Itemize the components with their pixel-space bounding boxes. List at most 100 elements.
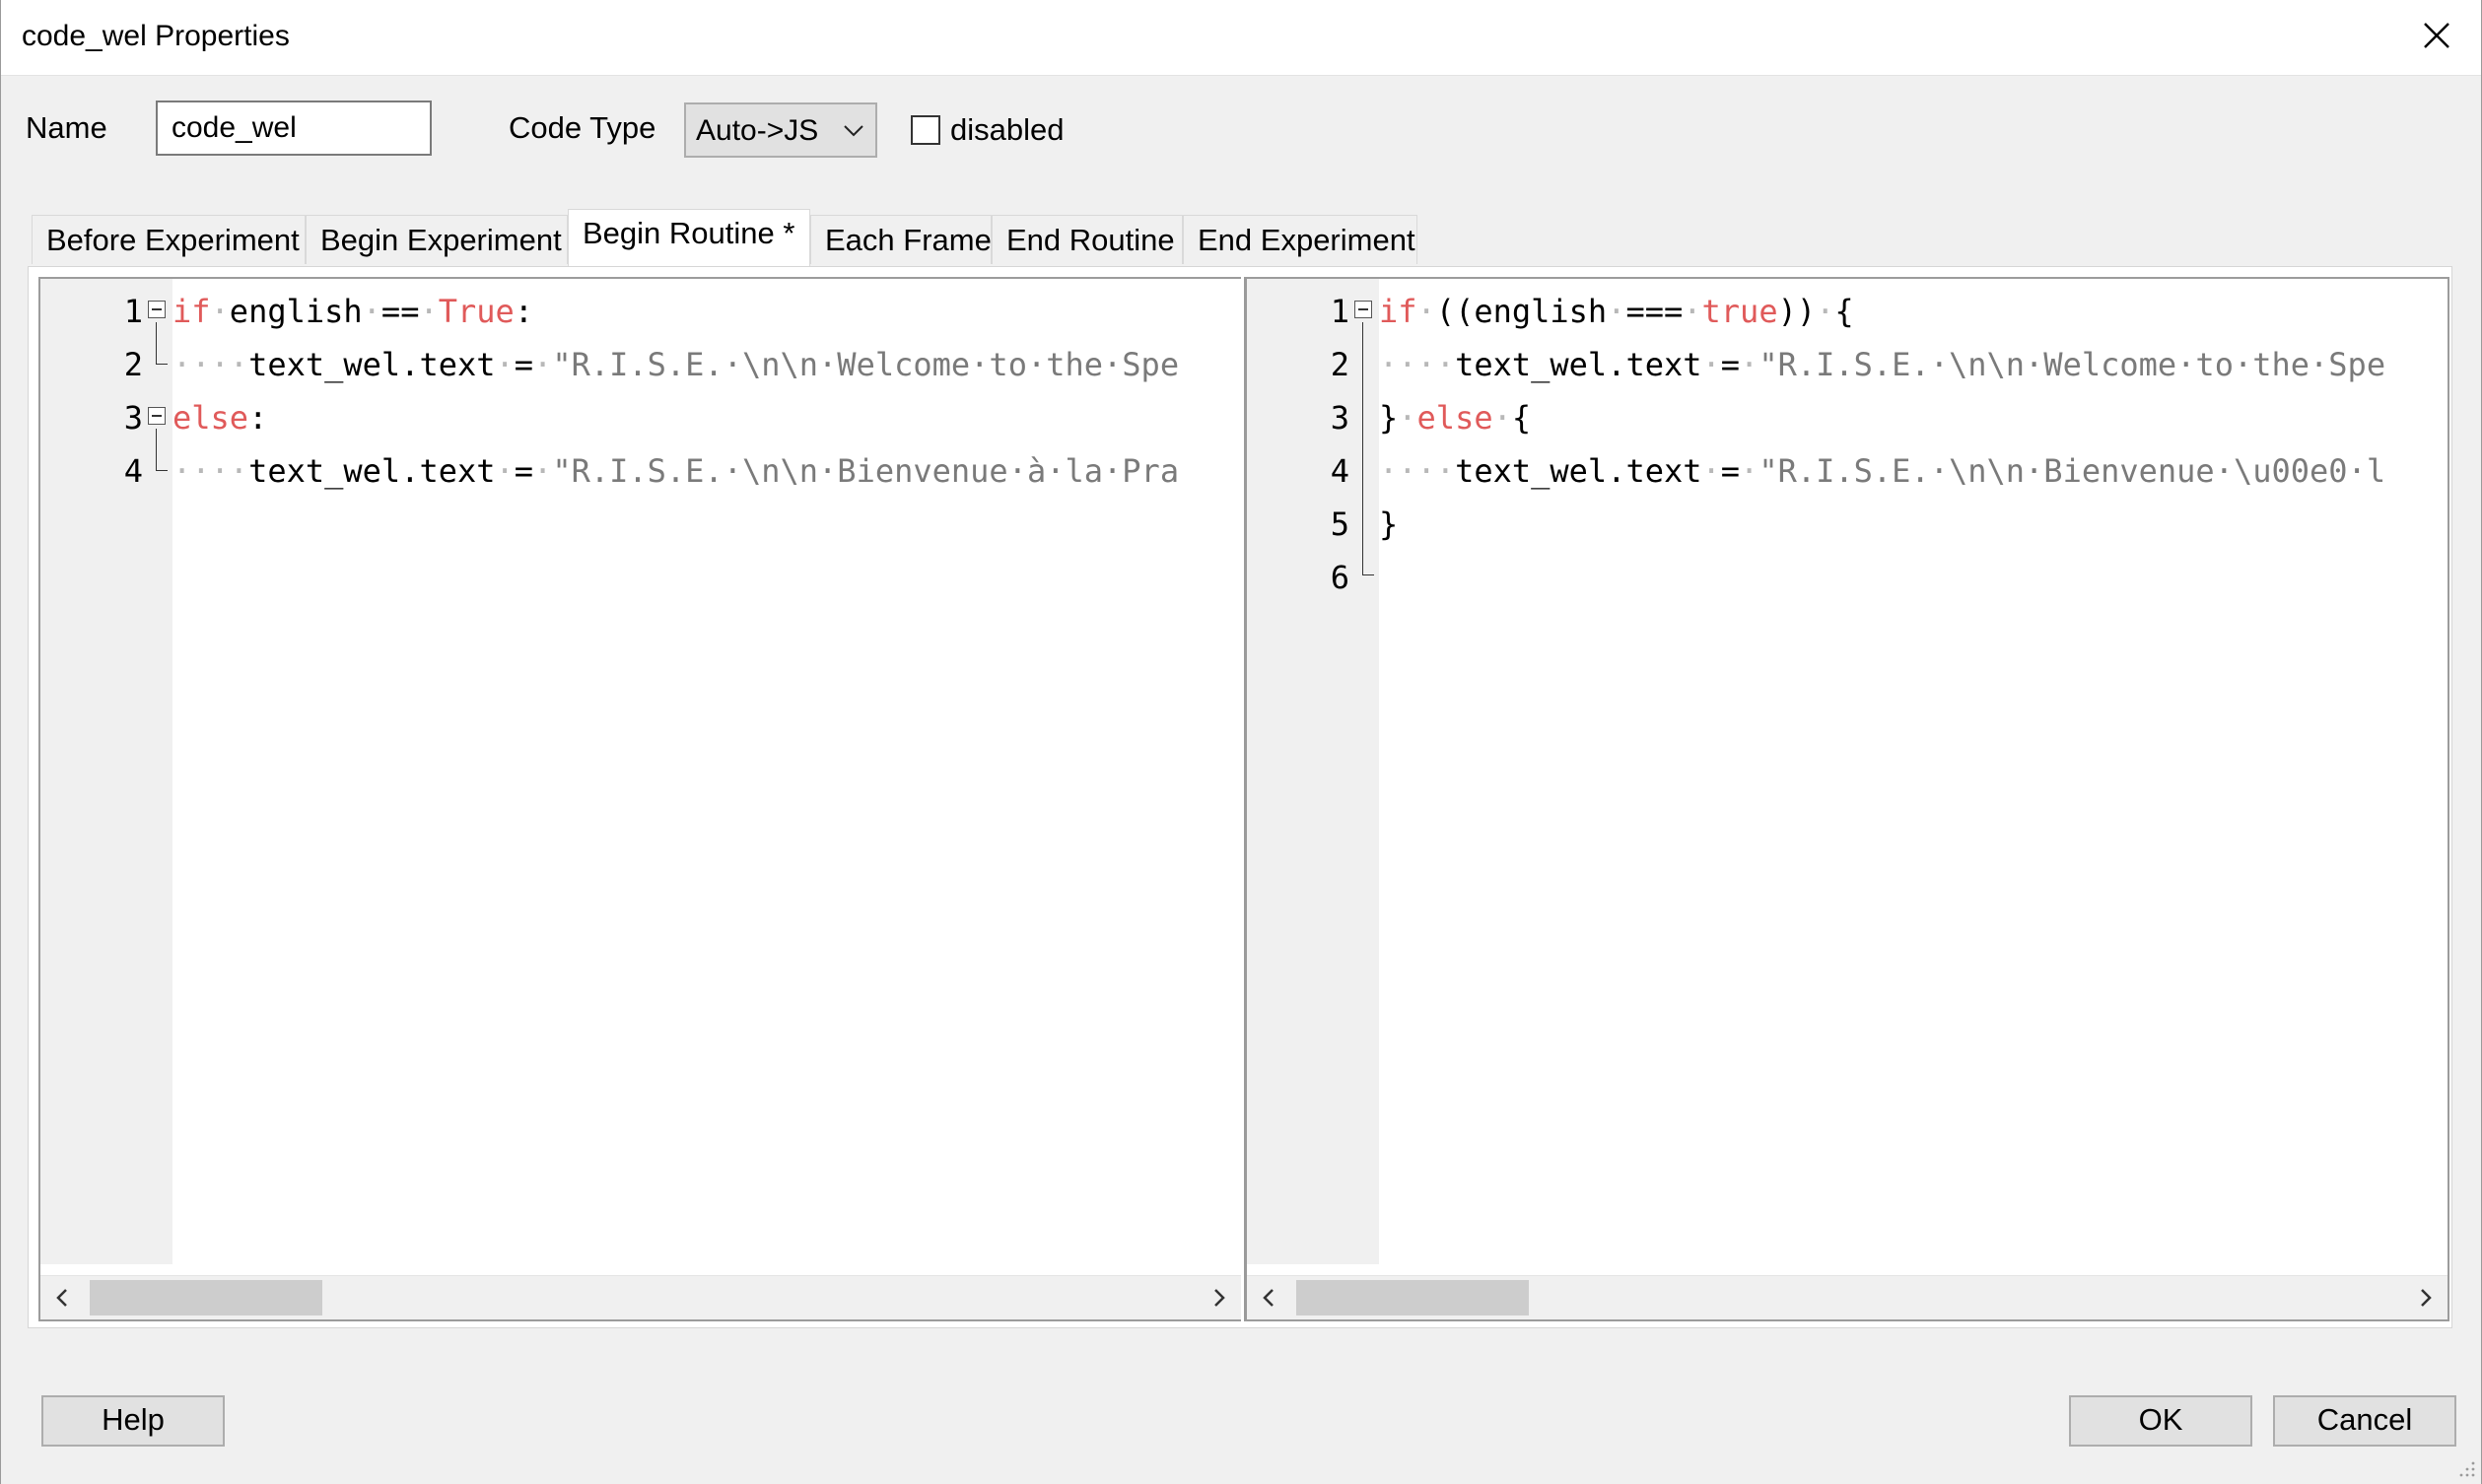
title-bar: code_wel Properties [0,0,2482,76]
close-button[interactable] [2415,14,2458,57]
code-token: · [1398,399,1417,437]
code-line: 1 if·((english·===·true))·{ [1247,285,2448,338]
fold-guide [156,322,157,364]
chevron-right-icon[interactable] [1209,1286,1229,1310]
tab-each-frame[interactable]: Each Frame [810,215,992,264]
tab-end-routine[interactable]: End Routine [992,215,1183,264]
disabled-checkbox[interactable] [911,115,940,145]
horizontal-scrollbar[interactable] [1247,1275,2448,1319]
code-token: = [1720,346,1741,383]
horizontal-scrollbar[interactable] [40,1275,1241,1319]
code-token: · [210,293,230,330]
code-token: "R.I.S.E.·\n\n·Bienvenue·\u00e0·l [1758,452,2386,490]
line-code: ····text_wel.text·=·"R.I.S.E.·\n\n·Welco… [172,338,1179,391]
line-code: if·english·==·True: [172,285,533,338]
code-token: ···· [172,452,249,490]
code-token: text_wel.text [248,346,496,383]
python-code-editor[interactable]: 1 if·english·==·True: 2 ····text_wel.tex… [38,277,1241,1321]
line-number: 1 [123,293,143,330]
code-token: english [229,293,363,330]
line-code: }·else·{ [1379,391,1531,444]
chevron-down-icon [844,125,863,137]
line-number: 3 [1330,399,1349,437]
code-token: · [1816,293,1835,330]
chevron-left-icon[interactable] [52,1286,72,1310]
code-token: else [172,399,249,437]
line-number: 6 [1330,559,1349,596]
disabled-label[interactable]: disabled [950,112,1064,148]
code-token: · [495,346,515,383]
code-line: 4 ····text_wel.text·=·"R.I.S.E.·\n\n·Bie… [1247,444,2448,498]
code-token: · [1492,399,1512,437]
code-type-value: Auto->JS [696,114,819,147]
line-number: 5 [1330,506,1349,543]
code-token: ···· [1379,452,1456,490]
code-token: ((english [1435,293,1608,330]
code-token: "R.I.S.E.·\n\n·Welcome·to·the·Spe [1758,346,2386,383]
code-token: ···· [1379,346,1456,383]
code-token: } [1379,399,1399,437]
tab-begin-experiment[interactable]: Begin Experiment [306,215,568,264]
ok-button[interactable]: OK [2069,1395,2252,1447]
code-line: 3 else: [40,391,1241,444]
code-line: 6 [1247,551,2448,604]
chevron-right-icon[interactable] [2416,1286,2436,1310]
scrollbar-thumb[interactable] [1296,1280,1529,1315]
code-token: { [1834,293,1854,330]
fold-minus-icon[interactable] [148,407,166,425]
code-token: · [1701,346,1721,383]
code-line: 2 ····text_wel.text·=·"R.I.S.E.·\n\n·Wel… [1247,338,2448,391]
code-token: · [1683,293,1702,330]
fold-minus-icon[interactable] [148,301,166,318]
code-token: · [1701,452,1721,490]
cancel-button[interactable]: Cancel [2273,1395,2456,1447]
code-token: · [1740,346,1759,383]
code-token: · [495,452,515,490]
scrollbar-thumb[interactable] [90,1280,322,1315]
code-token: : [248,399,268,437]
code-panel: 1 if·english·==·True: 2 ····text_wel.tex… [28,266,2452,1328]
name-label: Name [26,110,107,145]
code-token: if [1379,293,1417,330]
code-token: = [514,452,534,490]
fold-guide-end [1362,574,1374,575]
code-token: if [172,293,211,330]
tab-before-experiment[interactable]: Before Experiment [32,215,306,264]
window-border-left [0,0,1,1484]
code-token: · [362,293,381,330]
fold-guide [156,429,157,470]
code-token: else [1416,399,1493,437]
code-token: )) [1777,293,1817,330]
help-button[interactable]: Help [41,1395,225,1447]
code-token: text_wel.text [248,452,496,490]
line-code: if·((english·===·true))·{ [1379,285,1854,338]
code-line: 4 ····text_wel.text·=·"R.I.S.E.·\n\n·Bie… [40,444,1241,498]
code-token: = [1720,452,1741,490]
fold-minus-icon[interactable] [1354,301,1372,318]
tab-end-experiment[interactable]: End Experiment [1183,215,1417,264]
code-token: · [419,293,439,330]
code-token: · [533,452,553,490]
code-line: 2 ····text_wel.text·=·"R.I.S.E.·\n\n·Wel… [40,338,1241,391]
line-code: ····text_wel.text·=·"R.I.S.E.·\n\n·Bienv… [1379,444,2385,498]
code-token: == [380,293,420,330]
code-token: ···· [172,346,249,383]
javascript-code-editor[interactable]: 1 if·((english·===·true))·{ 2 ····text_w… [1244,277,2449,1321]
chevron-left-icon[interactable] [1259,1286,1278,1310]
tab-begin-routine[interactable]: Begin Routine * [568,209,810,266]
close-icon [2424,23,2449,48]
code-token: · [1416,293,1436,330]
line-code: ····text_wel.text·=·"R.I.S.E.·\n\n·Bienv… [172,444,1179,498]
window-title: code_wel Properties [22,20,290,52]
line-number: 4 [123,452,143,490]
code-token: text_wel.text [1455,346,1702,383]
code-token: : [514,293,534,330]
resize-grip-icon[interactable] [2458,1460,2476,1478]
code-line: 1 if·english·==·True: [40,285,1241,338]
code-token: { [1511,399,1532,437]
line-number: 1 [1330,293,1349,330]
code-token: true [1701,293,1778,330]
name-input[interactable] [156,101,432,156]
code-type-select[interactable]: Auto->JS [684,102,877,158]
code-type-label: Code Type [509,110,656,145]
